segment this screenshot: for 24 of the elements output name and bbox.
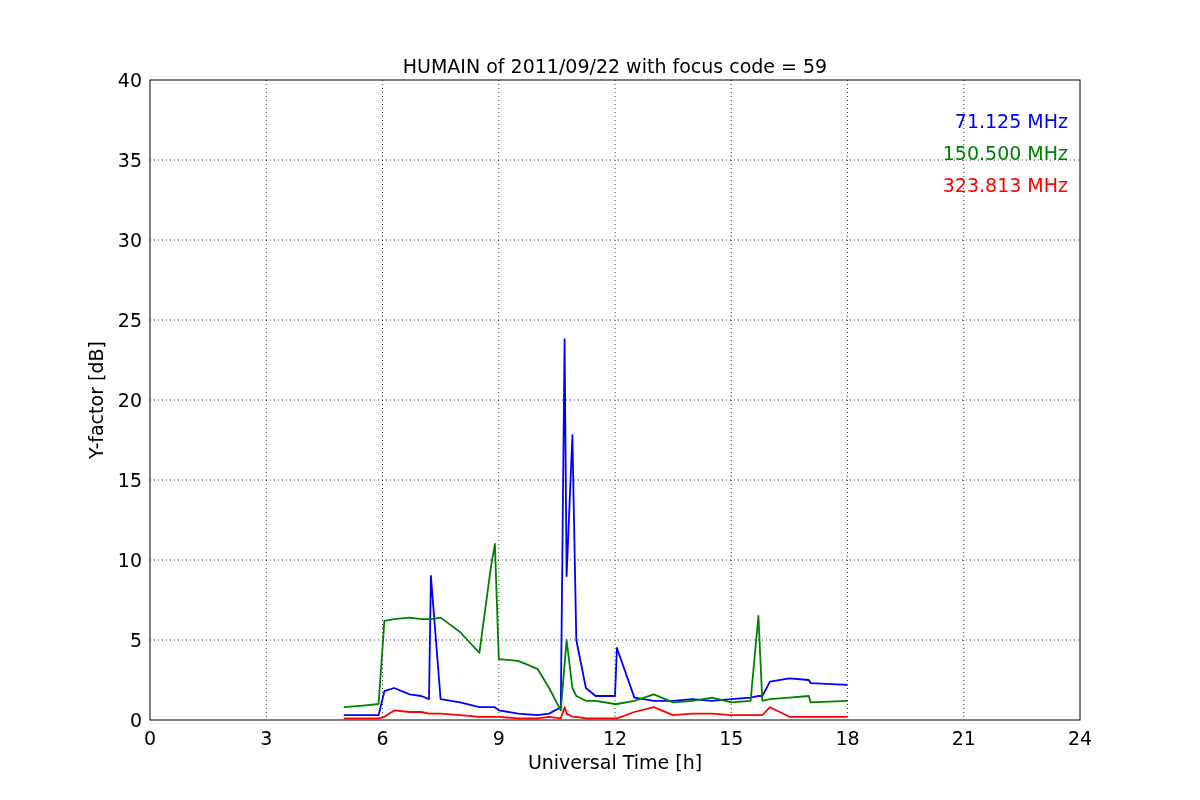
- y-tick-label: 25: [117, 309, 142, 331]
- y-tick-label: 15: [117, 469, 142, 491]
- x-tick-label: 3: [260, 727, 273, 749]
- y-tick-label: 0: [129, 709, 142, 731]
- x-tick-label: 12: [602, 727, 628, 749]
- legend-label: 150.500 MHz: [942, 142, 1068, 164]
- y-tick-label: 35: [117, 149, 142, 171]
- y-tick-label: 5: [129, 629, 142, 651]
- y-tick-label: 40: [117, 69, 142, 91]
- x-tick-label: 15: [719, 727, 744, 749]
- x-tick-label: 24: [1067, 727, 1093, 749]
- x-axis-label: Universal Time [h]: [527, 751, 703, 773]
- chart-title: HUMAIN of 2011/09/22 with focus code = 59: [402, 55, 828, 77]
- legend-label: 323.813 MHz: [942, 174, 1068, 196]
- x-tick-label: 18: [835, 727, 860, 749]
- y-tick-label: 10: [117, 549, 142, 571]
- x-tick-label: 21: [951, 727, 976, 749]
- x-tick-label: 6: [376, 727, 389, 749]
- x-tick-label: 0: [143, 727, 157, 749]
- y-tick-label: 30: [117, 229, 142, 251]
- y-axis-label: Y-factor [dB]: [85, 341, 107, 459]
- legend-label: 71.125 MHz: [954, 110, 1068, 132]
- x-tick-label: 9: [492, 727, 505, 749]
- y-tick-label: 20: [117, 389, 142, 411]
